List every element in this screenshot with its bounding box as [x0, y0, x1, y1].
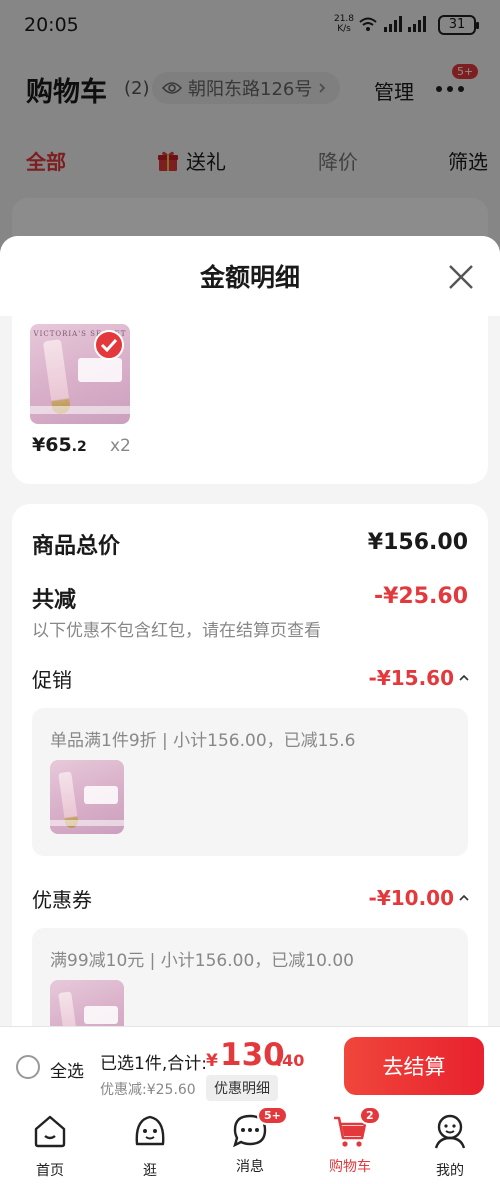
checkout-button[interactable]: 去结算 [344, 1037, 484, 1095]
close-icon[interactable] [444, 260, 478, 294]
profile-icon [434, 1114, 466, 1149]
product-price: ¥65.2 [32, 434, 87, 456]
promo-label: 促销 [32, 668, 72, 692]
selected-info: 已选1件,合计: [100, 1054, 207, 1074]
nav-item-messages[interactable]: 5+ 消息 [210, 1106, 290, 1176]
chevron-up-icon [459, 894, 469, 901]
cart-badge: 2 [359, 1106, 381, 1125]
total-label: 商品总价 [32, 534, 121, 559]
coupon-value: -¥10.00 [368, 886, 454, 910]
checkout-bar: 全选 已选1件,合计: ¥ 130 .40 优惠减:¥25.60 优惠明细 去结… [0, 1026, 500, 1106]
nav-item-cart[interactable]: 2 购物车 [310, 1106, 390, 1176]
promo-product-image [50, 760, 124, 834]
total-value: ¥156.00 [367, 530, 468, 555]
reduce-value: -¥25.60 [373, 584, 468, 609]
nav-item-profile[interactable]: 我的 [410, 1112, 490, 1180]
sheet-header: 金额明细 [0, 236, 500, 316]
selected-check-icon [94, 330, 124, 360]
coupon-description: 满99减10元 | 小计156.00，已减10.00 [50, 951, 354, 971]
amount-detail-sheet: 金额明细 VICTORIA'S SECRET ¥65.2 x2 商品总价 ¥15… [0, 236, 500, 1026]
discount-detail-button[interactable]: 优惠明细 [206, 1075, 278, 1101]
product-image[interactable]: VICTORIA'S SECRET [30, 324, 130, 424]
promo-detail-box: 单品满1件9折 | 小计156.00，已减15.6 [32, 708, 468, 856]
chevron-up-icon [459, 674, 469, 681]
discount-info: 优惠减:¥25.60 [100, 1082, 196, 1098]
nav-item-home[interactable]: 首页 [10, 1112, 90, 1180]
promo-value: -¥15.60 [368, 666, 454, 690]
promo-toggle[interactable]: -¥15.60 [369, 666, 470, 690]
total-currency: ¥ [206, 1051, 218, 1071]
bottom-nav: 首页 逛 5+ 消息 2 购物车 我的 [0, 1106, 500, 1184]
home-icon [34, 1115, 66, 1148]
coupon-toggle[interactable]: -¥10.00 [369, 886, 470, 910]
coupon-detail-box: 满99减10元 | 小计156.00，已减10.00 [32, 928, 468, 1026]
nav-item-browse[interactable]: 逛 [110, 1112, 190, 1180]
promo-description: 单品满1件9折 | 小计156.00，已减15.6 [50, 731, 356, 751]
reduce-label: 共减 [32, 588, 77, 613]
price-detail-card: 商品总价 ¥156.00 共减 -¥25.60 以下优惠不包含红包，请在结算页查… [12, 504, 488, 1026]
select-all-radio[interactable] [16, 1055, 40, 1079]
coupon-product-image [50, 980, 124, 1026]
discount-note: 以下优惠不包含红包，请在结算页查看 [32, 621, 321, 641]
messages-badge: 5+ [257, 1106, 288, 1125]
sheet-title: 金额明细 [199, 263, 300, 292]
select-all-label[interactable]: 全选 [50, 1057, 84, 1082]
browse-face-icon [135, 1115, 165, 1146]
coupon-label: 优惠券 [32, 888, 92, 912]
product-quantity: x2 [110, 436, 131, 456]
product-card: VICTORIA'S SECRET ¥65.2 x2 [12, 316, 488, 484]
total-integer: 130 [220, 1037, 285, 1073]
total-decimal: .40 [276, 1051, 305, 1070]
